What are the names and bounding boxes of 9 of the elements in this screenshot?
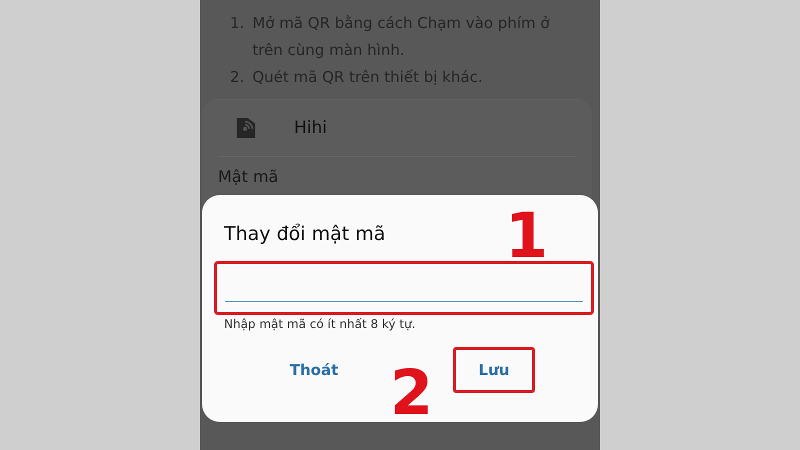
step-annotation: 1 (505, 205, 548, 267)
network-name: Hihi (294, 118, 328, 138)
password-label: Mật mã (218, 167, 278, 186)
step-annotation: 2 (390, 362, 434, 424)
dialog-title: Thay đổi mật mã (224, 223, 386, 245)
dialog-button[interactable]: Lưu (453, 347, 535, 393)
dialog-button[interactable]: Thoát (273, 347, 355, 393)
network-qr-icon (236, 116, 256, 140)
hint-text: Nhập mật mã có ít nhất 8 ký tự. (224, 317, 416, 331)
